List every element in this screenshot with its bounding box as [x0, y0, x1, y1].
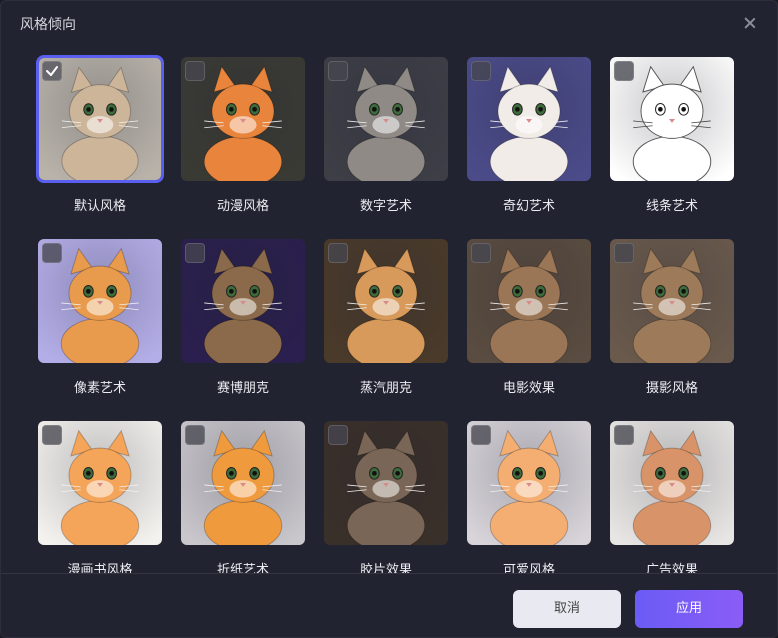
style-card[interactable]: 线条艺术 [608, 55, 738, 225]
style-label: 电影效果 [502, 381, 555, 396]
style-label: 摄影风格 [645, 381, 698, 396]
style-label: 数字艺术 [359, 199, 412, 214]
style-card[interactable]: 折纸艺术 [179, 419, 309, 573]
select-checkbox[interactable] [185, 425, 205, 445]
style-label: 像素艺术 [73, 381, 126, 396]
style-card[interactable]: 像素艺术 [36, 237, 166, 407]
style-card[interactable]: 摄影风格 [608, 237, 738, 407]
style-label: 折纸艺术 [216, 563, 269, 573]
dialog-footer: 取消 应用 [1, 573, 777, 637]
select-checkbox[interactable] [614, 243, 634, 263]
style-card[interactable]: 赛博朋克 [179, 237, 309, 407]
select-checkbox[interactable] [328, 425, 348, 445]
select-checkbox[interactable] [185, 243, 205, 263]
dialog-title: 风格倾向 [20, 17, 76, 33]
style-card[interactable]: 默认风格 [36, 55, 166, 225]
select-checkbox[interactable] [328, 61, 348, 81]
select-checkbox[interactable] [42, 61, 62, 81]
style-card[interactable]: 奇幻艺术 [465, 55, 595, 225]
style-label: 胶片效果 [359, 563, 412, 573]
style-grid: 默认风格 动漫风格 数字艺术 奇幻艺术 线条艺术像素艺术 赛博朋克 蒸汽朋克 电影效果 摄影风格… [1, 45, 777, 573]
style-card[interactable]: 漫画书风格 [36, 419, 166, 573]
style-card[interactable]: 胶片效果 [322, 419, 452, 573]
select-checkbox[interactable] [471, 61, 491, 81]
select-checkbox[interactable] [328, 243, 348, 263]
style-label: 赛博朋克 [216, 381, 269, 396]
style-card[interactable]: 动漫风格 [179, 55, 309, 225]
style-preference-dialog: 风格倾向 默认风格 动漫风格 数字艺术 奇幻艺术 线条艺术像素艺术 赛博朋克 蒸汽朋克 电影效… [0, 0, 778, 638]
style-label: 漫画书风格 [67, 563, 133, 573]
style-label: 默认风格 [73, 199, 126, 214]
style-label: 广告效果 [645, 563, 698, 573]
close-icon[interactable] [742, 15, 758, 31]
style-card[interactable]: 广告效果 [608, 419, 738, 573]
select-checkbox[interactable] [42, 425, 62, 445]
select-checkbox[interactable] [614, 425, 634, 445]
select-checkbox[interactable] [471, 243, 491, 263]
style-card[interactable]: 蒸汽朋克 [322, 237, 452, 407]
style-label: 线条艺术 [645, 199, 698, 214]
select-checkbox[interactable] [471, 425, 491, 445]
style-label: 动漫风格 [216, 199, 269, 214]
style-card[interactable]: 电影效果 [465, 237, 595, 407]
style-label: 可爱风格 [502, 563, 555, 573]
apply-button[interactable]: 应用 [635, 590, 743, 628]
checkmark-icon [46, 66, 58, 76]
style-label: 奇幻艺术 [502, 199, 555, 214]
style-card[interactable]: 可爱风格 [465, 419, 595, 573]
cancel-button[interactable]: 取消 [513, 590, 621, 628]
dialog-titlebar: 风格倾向 [1, 1, 777, 45]
style-card[interactable]: 数字艺术 [322, 55, 452, 225]
select-checkbox[interactable] [614, 61, 634, 81]
select-checkbox[interactable] [185, 61, 205, 81]
select-checkbox[interactable] [42, 243, 62, 263]
style-label: 蒸汽朋克 [359, 381, 412, 396]
